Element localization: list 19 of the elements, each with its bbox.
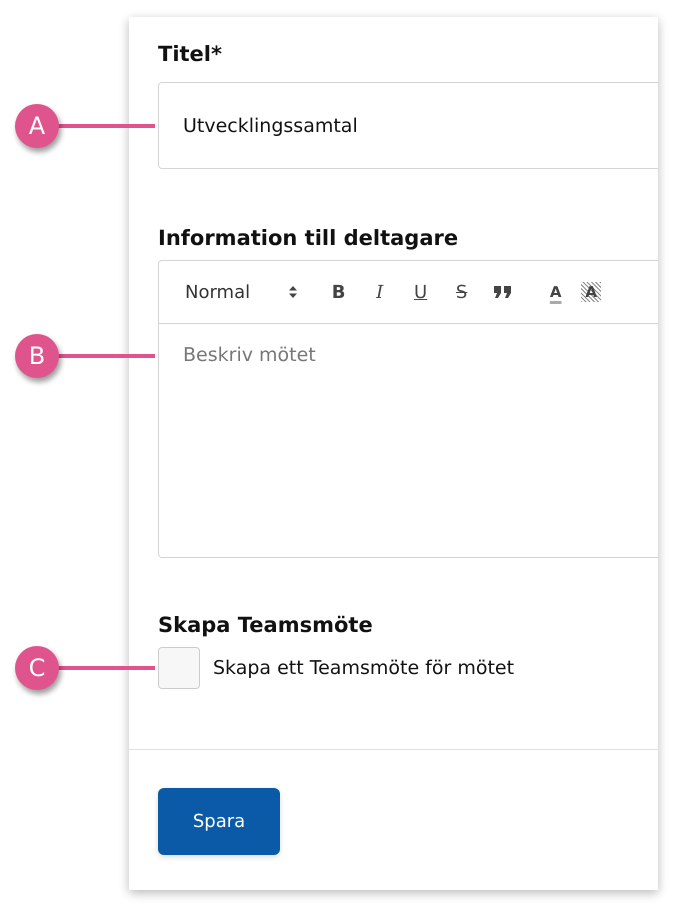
bold-button[interactable]: B [318,277,360,307]
callout-badge: B [15,334,59,378]
text-color-button[interactable]: A [535,277,576,307]
quote-icon [492,285,513,299]
strike-button[interactable]: S [441,277,482,307]
checkbox[interactable] [158,647,200,689]
callout-badge: C [15,646,59,690]
underline-button[interactable]: U [400,277,442,307]
italic-button[interactable]: I [359,277,400,307]
save-button[interactable]: Spara [158,788,280,855]
title-input-field[interactable]: Utvecklingssamtal [158,82,658,169]
checkbox-label: Skapa ett Teamsmöte för mötet [213,657,514,679]
sort-arrows-icon [288,285,298,299]
field-label: Information till deltagare [158,225,460,252]
format-dropdown[interactable]: Normal [185,282,298,302]
text-area-field[interactable]: Beskriv mötet [159,324,658,386]
section-heading: Skapa Teamsmöte [158,612,374,639]
field-label: Titel* [158,41,223,68]
callout-badge: A [15,104,59,148]
